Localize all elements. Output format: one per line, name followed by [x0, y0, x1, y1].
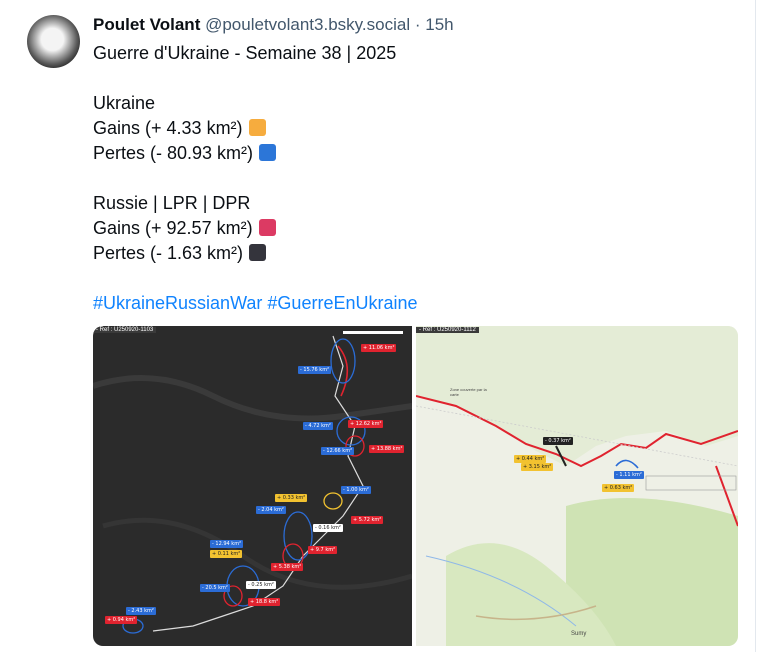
map-label: - 12.66 km²: [321, 447, 355, 455]
area-label: Zone couverte par la carte: [450, 387, 487, 397]
map-label: - 1.11 km²: [614, 471, 644, 479]
black-square-icon: [249, 244, 267, 261]
author-name[interactable]: Poulet Volant: [93, 15, 200, 34]
map-label: + 18.8 km²: [248, 598, 281, 606]
map-label: - 0.37 km²: [543, 437, 573, 445]
blue-square-icon: [259, 144, 277, 161]
map-label: - 2.43 km²: [126, 607, 156, 615]
ukraine-gains-line: Gains (+ 4.33 km²): [93, 116, 418, 141]
red-square-icon: [258, 219, 276, 236]
map-label: - 2.04 km²: [256, 506, 286, 514]
divider: [755, 0, 756, 652]
map-label: - 0.16 km²: [313, 524, 343, 532]
map-label: + 0.63 km²: [602, 484, 635, 492]
map-label: - 4.72 km²: [303, 422, 333, 430]
map-label: + 3.15 km²: [521, 463, 554, 471]
map-ref-label: - Ref : U250920-1112: [416, 327, 479, 333]
hashtag-link[interactable]: #UkraineRussianWar: [93, 293, 262, 313]
hashtag-link[interactable]: #GuerreEnUkraine: [267, 293, 417, 313]
map-label: + 0.11 km²: [210, 550, 243, 558]
map-label: - 20.5 km²: [200, 584, 230, 592]
map-label: + 11.06 km²: [361, 344, 397, 352]
map-label: + 9.7 km²: [308, 546, 338, 554]
map-image-front[interactable]: - Ref : U250920-1103 - 15.76 km² + 11.06…: [93, 326, 412, 646]
russia-losses: Pertes (- 1.63 km²): [93, 243, 244, 263]
map-label: - 12.94 km²: [210, 540, 244, 548]
zoom-map-drawing: [416, 326, 738, 646]
map-label: - 0.25 km²: [246, 581, 276, 589]
map-label: + 0.44 km²: [514, 455, 547, 463]
ukraine-losses: Pertes (- 80.93 km²): [93, 143, 254, 163]
city-label: Sumy: [571, 631, 587, 637]
avatar[interactable]: [27, 15, 80, 68]
ukraine-heading: Ukraine: [93, 93, 156, 113]
map-image-zoom[interactable]: - Ref : U250920-1112 Zone couverte par l…: [416, 326, 738, 646]
post-header: Poulet Volant @pouletvolant3.bsky.social…: [93, 15, 454, 37]
map-label: - 1.00 km²: [341, 486, 371, 494]
image-gallery[interactable]: - Ref : U250920-1103 - 15.76 km² + 11.06…: [93, 326, 738, 646]
map-label: + 0.33 km²: [275, 494, 308, 502]
map-ref-label: - Ref : U250920-1103: [93, 327, 157, 333]
map-label: + 12.62 km²: [348, 420, 384, 428]
ukraine-gains: Gains (+ 4.33 km²): [93, 118, 243, 138]
post[interactable]: Poulet Volant @pouletvolant3.bsky.social…: [0, 0, 764, 652]
separator: ·: [414, 15, 421, 34]
post-body: Guerre d'Ukraine - Semaine 38 | 2025 Ukr…: [93, 41, 418, 316]
map-label: + 13.88 km²: [369, 445, 405, 453]
map-label: - 15.76 km²: [298, 366, 332, 374]
map-label: + 0.94 km²: [105, 616, 138, 624]
map-label: + 5.72 km²: [351, 516, 384, 524]
russia-losses-line: Pertes (- 1.63 km²): [93, 241, 418, 266]
author-handle[interactable]: @pouletvolant3.bsky.social: [205, 15, 410, 34]
post-title: Guerre d'Ukraine - Semaine 38 | 2025: [93, 43, 397, 63]
russia-gains-line: Gains (+ 92.57 km²): [93, 216, 418, 241]
ukraine-losses-line: Pertes (- 80.93 km²): [93, 141, 418, 166]
russia-gains: Gains (+ 92.57 km²): [93, 218, 253, 238]
orange-square-icon: [248, 119, 266, 136]
hashtags: #UkraineRussianWar #GuerreEnUkraine: [93, 291, 418, 316]
map-label: + 5.38 km²: [271, 563, 304, 571]
post-time[interactable]: 15h: [425, 15, 453, 34]
russia-heading: Russie | LPR | DPR: [93, 193, 251, 213]
